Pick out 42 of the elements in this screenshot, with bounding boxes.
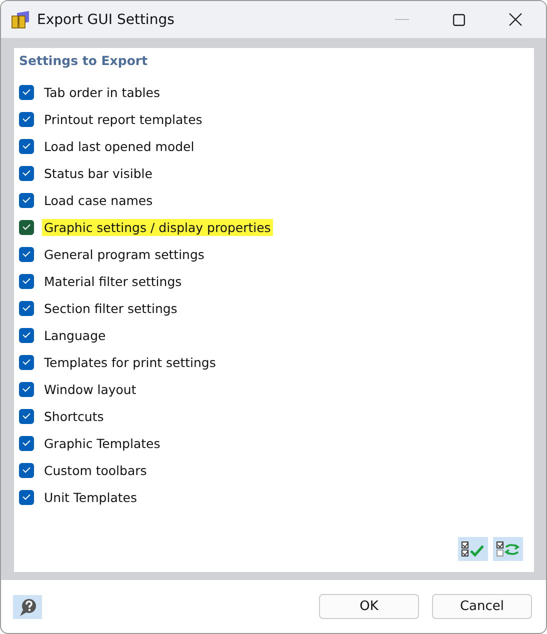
setting-label[interactable]: Load last opened model: [42, 138, 196, 154]
setting-label[interactable]: Tab order in tables: [42, 84, 162, 100]
setting-label[interactable]: Material filter settings: [42, 272, 184, 290]
setting-label[interactable]: Status bar visible: [42, 164, 154, 182]
setting-label[interactable]: General program settings: [42, 246, 206, 262]
help-button[interactable]: [13, 594, 42, 618]
checkbox[interactable]: [19, 220, 34, 234]
checkbox[interactable]: [19, 274, 34, 288]
checkbox[interactable]: [19, 462, 34, 478]
checkbox[interactable]: [19, 166, 34, 180]
checkbox[interactable]: [19, 112, 34, 126]
window-title: Export GUI Settings: [37, 12, 174, 28]
invert-selection-button[interactable]: [493, 537, 523, 561]
checkbox[interactable]: [19, 408, 34, 424]
checkbox[interactable]: [19, 192, 34, 208]
checkbox[interactable]: [19, 382, 34, 396]
select-all-button[interactable]: [458, 537, 488, 561]
setting-label[interactable]: Graphic Templates: [42, 434, 162, 452]
app-icon: [11, 10, 31, 30]
checkbox[interactable]: [19, 138, 34, 154]
cancel-button[interactable]: Cancel: [432, 594, 532, 619]
checkbox[interactable]: [19, 84, 34, 100]
setting-label[interactable]: Unit Templates: [42, 488, 139, 506]
setting-label[interactable]: Window layout: [42, 380, 138, 398]
checkbox[interactable]: [19, 328, 34, 342]
setting-label[interactable]: Graphic settings / display properties: [42, 218, 273, 236]
group-title: Settings to Export: [19, 53, 149, 68]
checkbox[interactable]: [19, 354, 34, 370]
setting-label[interactable]: Templates for print settings: [42, 354, 218, 370]
close-icon[interactable]: [509, 13, 522, 26]
setting-label[interactable]: Language: [42, 326, 108, 344]
setting-label[interactable]: Custom toolbars: [42, 462, 149, 478]
setting-label[interactable]: Section filter settings: [42, 300, 180, 316]
checkbox[interactable]: [19, 300, 34, 316]
maximize-icon[interactable]: [453, 14, 465, 26]
setting-label[interactable]: Load case names: [42, 192, 155, 208]
setting-label[interactable]: Shortcuts: [42, 408, 106, 424]
checkbox[interactable]: [19, 490, 34, 504]
ok-button[interactable]: OK: [319, 594, 419, 619]
checkbox[interactable]: [19, 246, 34, 262]
setting-label[interactable]: Printout report templates: [42, 110, 204, 128]
checkbox[interactable]: [19, 436, 34, 450]
